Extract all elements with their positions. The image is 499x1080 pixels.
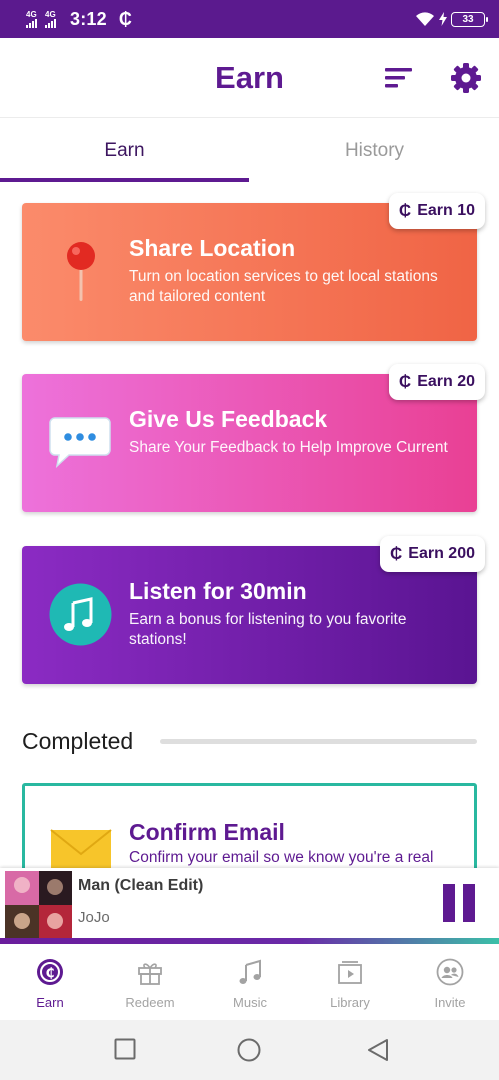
- earn-card-feedback[interactable]: Give Us Feedback Share Your Feedback to …: [22, 364, 485, 512]
- map-pin-icon: [67, 242, 95, 301]
- signal-label: 4G: [26, 9, 37, 19]
- track-artist: JoJo: [78, 909, 110, 926]
- settings-gear-icon[interactable]: [450, 62, 482, 94]
- coin-icon: ₵: [390, 544, 403, 563]
- tab-history[interactable]: History: [250, 118, 499, 182]
- nav-item-invite[interactable]: Invite: [400, 944, 499, 1020]
- wifi-icon: [416, 12, 434, 26]
- mini-player[interactable]: Man (Clean Edit) JoJo: [0, 868, 499, 938]
- earn-badge: ₵ Earn 10: [388, 193, 485, 229]
- badge-label: Earn 10: [417, 202, 475, 219]
- card-description: Turn on location services to get local s…: [129, 268, 438, 305]
- coin-icon: ₵: [37, 959, 63, 985]
- coin-notification-icon: ₵: [118, 8, 132, 29]
- nav-label: Redeem: [125, 995, 175, 1010]
- bottom-nav: ₵ Earn Redeem Music Library Invite: [0, 944, 499, 1020]
- envelope-icon: [50, 829, 112, 872]
- card-title: Confirm Email: [129, 819, 285, 845]
- track-title: Man (Clean Edit): [78, 877, 204, 894]
- coin-icon: ₵: [398, 201, 412, 220]
- badge-label: Earn 20: [417, 373, 475, 390]
- music-icon: [239, 959, 261, 984]
- back-icon[interactable]: [367, 1038, 389, 1062]
- album-art: [5, 871, 72, 938]
- system-nav-bar: [0, 1020, 499, 1080]
- earn-card-listen[interactable]: Listen for 30min Earn a bonus for listen…: [22, 536, 485, 684]
- home-icon[interactable]: [237, 1038, 261, 1062]
- tab-indicator: [0, 178, 249, 182]
- badge-label: Earn 200: [408, 545, 475, 562]
- completed-heading: Completed: [22, 728, 134, 754]
- card-description: Share Your Feedback to Help Improve Curr…: [129, 439, 448, 456]
- earn-badge: ₵ Earn 200: [380, 536, 485, 572]
- speech-bubble-icon: [49, 417, 111, 468]
- earn-card-share-location[interactable]: Share Location Turn on location services…: [22, 193, 485, 341]
- nav-label: Music: [233, 995, 267, 1010]
- gift-icon: [138, 963, 162, 985]
- battery-icon: 33: [451, 11, 488, 27]
- coin-icon: ₵: [398, 372, 412, 391]
- battery-level: 33: [462, 13, 474, 25]
- svg-text:₵: ₵: [45, 966, 54, 981]
- card-description: Confirm your email so we know you're a r…: [129, 849, 434, 866]
- card-title: Listen for 30min: [129, 578, 307, 604]
- recents-icon[interactable]: [114, 1038, 136, 1060]
- library-icon: [338, 961, 362, 984]
- signal-4g-icon: 4G: [45, 9, 56, 28]
- signal-4g-icon: 4G: [26, 9, 37, 28]
- page-title: Earn: [215, 60, 284, 95]
- charging-icon: [439, 12, 447, 26]
- invite-icon: [436, 958, 464, 986]
- signal-label: 4G: [45, 9, 56, 19]
- music-note-icon: [49, 583, 112, 646]
- nav-item-music[interactable]: Music: [200, 944, 300, 1020]
- sort-icon[interactable]: [384, 66, 414, 90]
- tab-earn[interactable]: Earn: [0, 118, 249, 182]
- card-title: Give Us Feedback: [129, 406, 328, 432]
- nav-item-redeem[interactable]: Redeem: [100, 944, 200, 1020]
- card-title: Share Location: [129, 235, 296, 261]
- status-bar: 4G 4G 3:12 ₵ 33: [0, 0, 499, 38]
- nav-label: Invite: [434, 995, 466, 1010]
- nav-label: Earn: [36, 995, 64, 1010]
- section-divider: [160, 739, 477, 744]
- tab-bar: Earn History: [0, 118, 499, 184]
- card-description: Earn a bonus for listening to you favori…: [129, 611, 407, 648]
- app-bar: Earn: [0, 38, 499, 118]
- nav-label: Library: [330, 995, 370, 1010]
- earn-badge: ₵ Earn 20: [388, 364, 485, 400]
- pause-icon[interactable]: [441, 884, 477, 924]
- clock: 3:12: [70, 8, 107, 29]
- nav-item-earn[interactable]: ₵ Earn: [0, 944, 100, 1020]
- nav-item-library[interactable]: Library: [300, 944, 400, 1020]
